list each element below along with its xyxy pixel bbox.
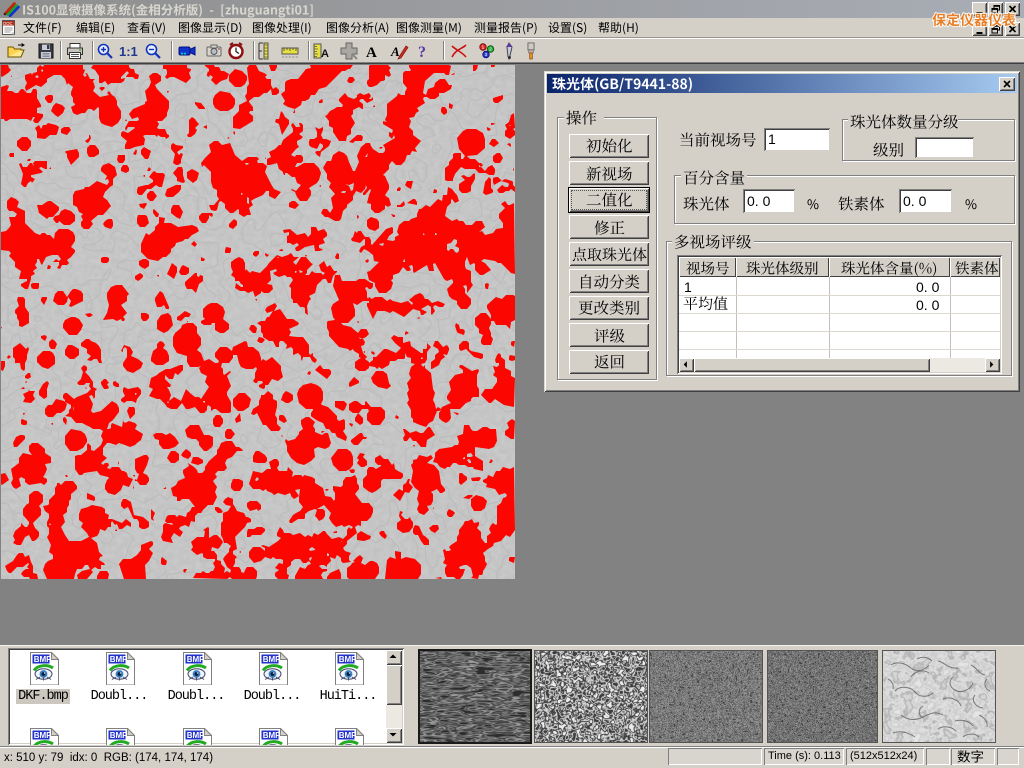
svg-text:A: A bbox=[390, 44, 400, 59]
svg-text:1:1: 1:1 bbox=[119, 44, 138, 59]
svg-text:BMP: BMP bbox=[34, 655, 52, 664]
svg-text:BMP: BMP bbox=[339, 655, 357, 664]
svg-text:BMP: BMP bbox=[187, 655, 205, 664]
svg-text:BMP: BMP bbox=[34, 731, 52, 740]
svg-text:?: ? bbox=[418, 44, 426, 61]
svg-text:A: A bbox=[366, 45, 377, 61]
svg-text:DOC: DOC bbox=[3, 21, 12, 26]
svg-text:BMP: BMP bbox=[187, 731, 205, 740]
svg-text:A: A bbox=[321, 48, 329, 60]
svg-text:BMP: BMP bbox=[263, 731, 281, 740]
svg-text:BMP: BMP bbox=[339, 731, 357, 740]
svg-text:BMP: BMP bbox=[110, 655, 128, 664]
svg-text:BMP: BMP bbox=[263, 655, 281, 664]
svg-text:BMP: BMP bbox=[110, 731, 128, 740]
